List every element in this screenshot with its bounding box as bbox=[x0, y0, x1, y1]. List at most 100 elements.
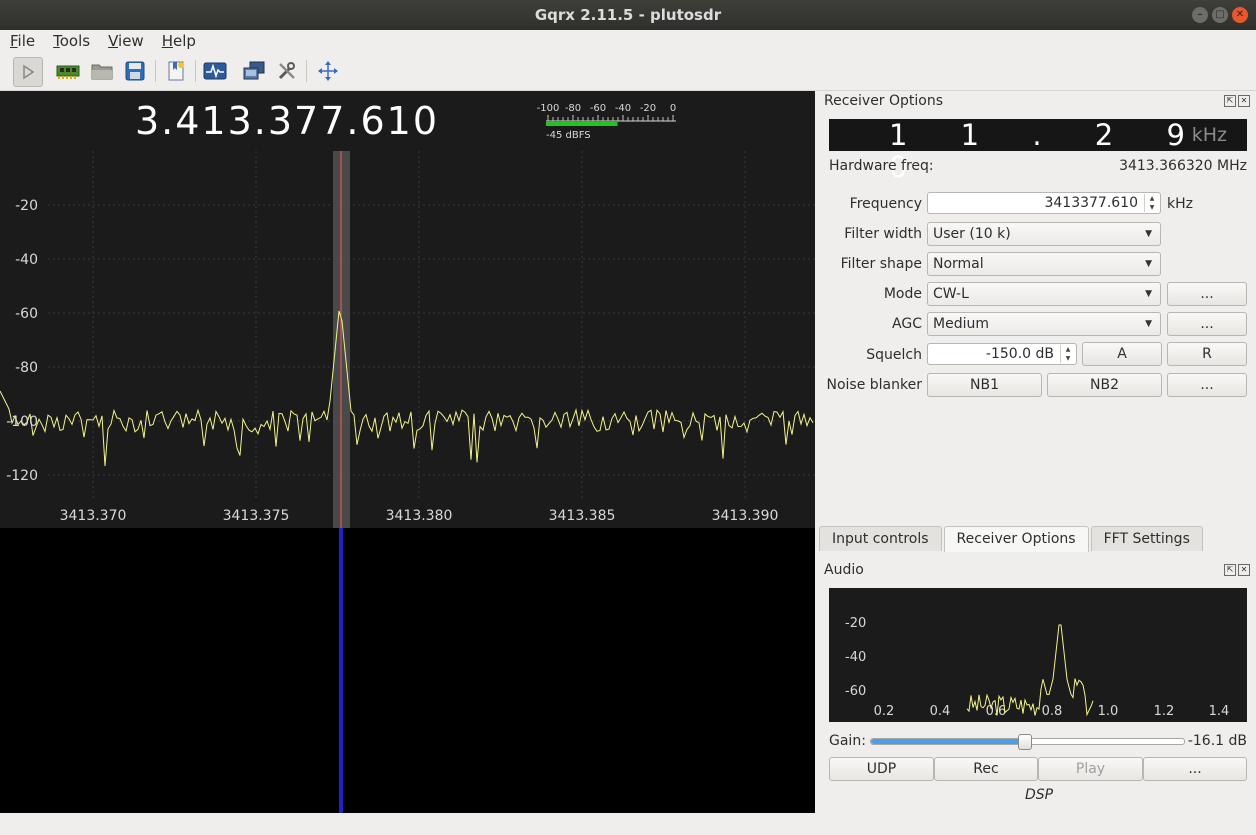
gain-value: -16.1 dB bbox=[1187, 733, 1247, 749]
chevron-down-icon: ▼ bbox=[1145, 259, 1152, 269]
fft-canvas[interactable]: -20 -40 -60 -80 -100 -120 3413.370 3413.375 3413… bbox=[0, 91, 815, 528]
y-tick-label: -20 bbox=[15, 198, 38, 214]
nb2-button[interactable]: NB2 bbox=[1047, 373, 1162, 397]
audio-x-tick-label: 1.2 bbox=[1154, 704, 1175, 719]
dock-close-icon[interactable]: ✕ bbox=[1238, 95, 1250, 107]
meter-scale-label: -40 bbox=[615, 103, 631, 114]
frequency-field[interactable]: 3413377.610 ▲ ▼ bbox=[927, 192, 1161, 214]
gain-slider-fill bbox=[871, 739, 1025, 744]
squelch-field[interactable]: -150.0 dB ▲ ▼ bbox=[927, 343, 1077, 365]
gain-slider-handle[interactable] bbox=[1018, 734, 1033, 750]
tools-icon[interactable] bbox=[273, 57, 301, 85]
menu-help[interactable]: Help bbox=[152, 30, 204, 52]
open-folder-icon[interactable] bbox=[88, 57, 116, 85]
rec-button[interactable]: Rec bbox=[934, 757, 1038, 781]
gain-label: Gain: bbox=[829, 733, 866, 749]
waterfall[interactable] bbox=[0, 528, 815, 813]
y-tick-label: -100 bbox=[6, 414, 38, 430]
offset-lcd[interactable]: 1 1 . 2 9 0 kHz bbox=[829, 119, 1247, 183]
filter-shape-select[interactable]: Normal ▼ bbox=[927, 252, 1161, 276]
frequency-spinner[interactable]: ▲ ▼ bbox=[1144, 194, 1159, 212]
menu-view[interactable]: View bbox=[98, 30, 152, 52]
filter-width-label: Filter width bbox=[844, 226, 922, 242]
agc-label: AGC bbox=[892, 316, 922, 332]
menu-file-mnemonic: F bbox=[10, 32, 18, 50]
bookmark-icon[interactable] bbox=[162, 57, 190, 85]
nb1-button[interactable]: NB1 bbox=[927, 373, 1042, 397]
x-tick-label: 3413.380 bbox=[386, 508, 453, 524]
agc-select[interactable]: Medium ▼ bbox=[927, 312, 1161, 336]
undock-icon[interactable]: ⇱ bbox=[1224, 95, 1236, 107]
mode-value: CW-L bbox=[933, 286, 969, 302]
dsp-label: DSP bbox=[1024, 787, 1054, 803]
mode-select[interactable]: CW-L ▼ bbox=[927, 282, 1161, 306]
squelch-reset-button[interactable]: R bbox=[1167, 342, 1247, 366]
spectrum-trace bbox=[0, 310, 814, 467]
play-icon[interactable] bbox=[13, 57, 43, 87]
meter-scale-label: -100 bbox=[537, 103, 560, 114]
meter-scale-label: -20 bbox=[640, 103, 656, 114]
window-title: Gqrx 2.11.5 - plutosdr bbox=[534, 6, 722, 24]
chevron-down-icon: ▼ bbox=[1145, 229, 1152, 239]
toolbar bbox=[0, 52, 1256, 91]
dock-close-icon[interactable]: ✕ bbox=[1238, 564, 1250, 576]
audio-title: Audio bbox=[824, 562, 864, 578]
x-tick-label: 3413.390 bbox=[712, 508, 779, 524]
frequency-label: Frequency bbox=[849, 196, 922, 212]
audio-y-tick-label: -20 bbox=[845, 616, 866, 631]
remote-control-icon[interactable] bbox=[240, 57, 268, 85]
frequency-value: 3413377.610 bbox=[1044, 195, 1138, 211]
scope-icon[interactable] bbox=[201, 57, 229, 85]
audio-spectrum-trace bbox=[966, 624, 1094, 717]
undock-icon[interactable]: ⇱ bbox=[1224, 564, 1236, 576]
hardware-freq-label: Hardware freq: bbox=[829, 158, 934, 174]
tab-receiver-options[interactable]: Receiver Options bbox=[943, 526, 1089, 552]
filter-width-value: User (10 k) bbox=[933, 226, 1011, 242]
gain-slider[interactable] bbox=[870, 734, 1185, 750]
minimize-icon[interactable]: – bbox=[1192, 7, 1208, 23]
audio-x-tick-label: 0.2 bbox=[874, 704, 895, 719]
menu-tools[interactable]: Tools bbox=[43, 30, 98, 52]
squelch-value: -150.0 dB bbox=[985, 346, 1054, 362]
close-icon[interactable]: ✕ bbox=[1232, 7, 1248, 23]
menu-file-label: ile bbox=[17, 32, 36, 50]
audio-x-tick-label: 1.4 bbox=[1209, 704, 1230, 719]
menu-file[interactable]: File bbox=[0, 30, 43, 52]
toolbar-separator bbox=[306, 60, 307, 82]
nb-options-button[interactable]: ... bbox=[1167, 373, 1247, 397]
meter-scale-label: -60 bbox=[590, 103, 606, 114]
mode-options-button[interactable]: ... bbox=[1167, 282, 1247, 306]
y-tick-label: -80 bbox=[15, 360, 38, 376]
filter-shape-label: Filter shape bbox=[840, 256, 922, 272]
squelch-auto-button[interactable]: A bbox=[1082, 342, 1162, 366]
audio-options-button[interactable]: ... bbox=[1143, 757, 1247, 781]
fft-plot[interactable]: 3.413.377.610 -20 -40 -60 -80 -100 -120 3413.3… bbox=[0, 91, 815, 528]
dock-tabs: Input controls Receiver Options FFT Sett… bbox=[819, 526, 1205, 552]
y-tick-label: -120 bbox=[6, 468, 38, 484]
offset-unit: kHz bbox=[1191, 124, 1227, 146]
audio-x-tick-label: 0.8 bbox=[1042, 704, 1063, 719]
menu-tools-label: ools bbox=[59, 32, 91, 50]
maximize-icon[interactable]: □ bbox=[1212, 7, 1228, 23]
filter-width-select[interactable]: User (10 k) ▼ bbox=[927, 222, 1161, 246]
y-tick-label: -40 bbox=[15, 252, 38, 268]
receiver-options-title: Receiver Options bbox=[824, 93, 944, 109]
hardware-freq-value: 3413.366320 MHz bbox=[1119, 158, 1247, 174]
menu-view-label: iew bbox=[118, 32, 144, 50]
filter-shape-value: Normal bbox=[933, 256, 984, 272]
squelch-spinner[interactable]: ▲ ▼ bbox=[1060, 345, 1075, 363]
hardware-icon[interactable] bbox=[54, 57, 82, 85]
agc-options-button[interactable]: ... bbox=[1167, 312, 1247, 336]
y-tick-label: -60 bbox=[15, 306, 38, 322]
tab-fft-settings[interactable]: FFT Settings bbox=[1090, 526, 1203, 551]
chevron-down-icon: ▼ bbox=[1145, 289, 1152, 299]
tab-input-controls[interactable]: Input controls bbox=[819, 526, 942, 551]
udp-button[interactable]: UDP bbox=[829, 757, 934, 781]
window-titlebar: Gqrx 2.11.5 - plutosdr – □ ✕ bbox=[0, 0, 1256, 30]
audio-fft-canvas[interactable]: -20-40-600.2 0.4 0.6 0.8 1.0 1.2 1.4 bbox=[829, 588, 1247, 722]
play-button[interactable]: Play bbox=[1038, 757, 1143, 781]
fullscreen-icon[interactable] bbox=[314, 57, 342, 85]
audio-fft-plot[interactable]: -20 -40 -60 0.2 0.4 0.6 0.8 1.0 1.2 1.4 bbox=[829, 588, 1247, 722]
save-icon[interactable] bbox=[121, 57, 149, 85]
meter-scale-label: -80 bbox=[565, 103, 581, 114]
